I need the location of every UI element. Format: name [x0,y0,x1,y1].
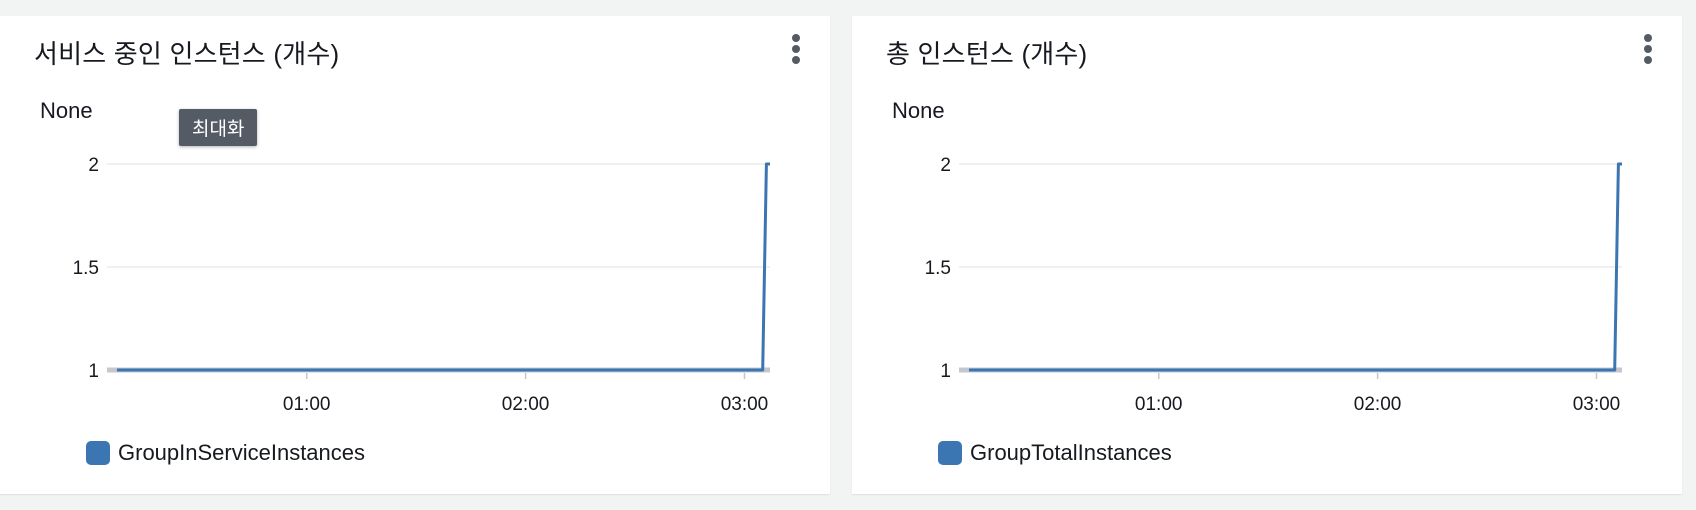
y-tick-label: 1.5 [925,258,951,279]
x-tick-label: 03:00 [1573,394,1621,415]
y-tick-label: 1 [88,361,99,382]
legend-item[interactable]: GroupTotalInstances [938,440,1172,466]
y-tick-label: 2 [940,155,951,176]
x-tick-label: 02:00 [502,394,550,415]
x-tick-label: 03:00 [721,394,769,415]
line-chart: 2 1.5 1 01:00 02:00 03:00 [73,155,770,415]
maximize-tooltip: 최대화 [179,109,258,146]
y-tick-label: 1 [940,361,951,382]
legend-swatch [938,441,962,465]
widget-in-service-instances: 서비스 중인 인스턴스 (개수) None 2 1.5 1 01:00 02:00 03:… [0,16,830,494]
line-chart: 2 1.5 1 01:00 02:00 03:00 [925,155,1622,415]
x-tick-label: 01:00 [283,394,331,415]
y-tick-label: 2 [88,155,99,176]
legend-label: GroupTotalInstances [970,440,1172,465]
dashboard: 서비스 중인 인스턴스 (개수) None 2 1.5 1 01:00 02:00 03:… [0,0,1696,510]
legend-label: GroupInServiceInstances [118,440,366,465]
y-tick-label: 1.5 [73,258,99,279]
legend-swatch [86,441,110,465]
x-tick-label: 02:00 [1354,394,1402,415]
x-tick-label: 01:00 [1135,394,1183,415]
widget-total-instances: 총 인스턴스 (개수) None 2 1.5 1 01:00 02:00 03:00 Gr… [852,16,1682,494]
legend-item[interactable]: GroupInServiceInstances [86,440,365,466]
